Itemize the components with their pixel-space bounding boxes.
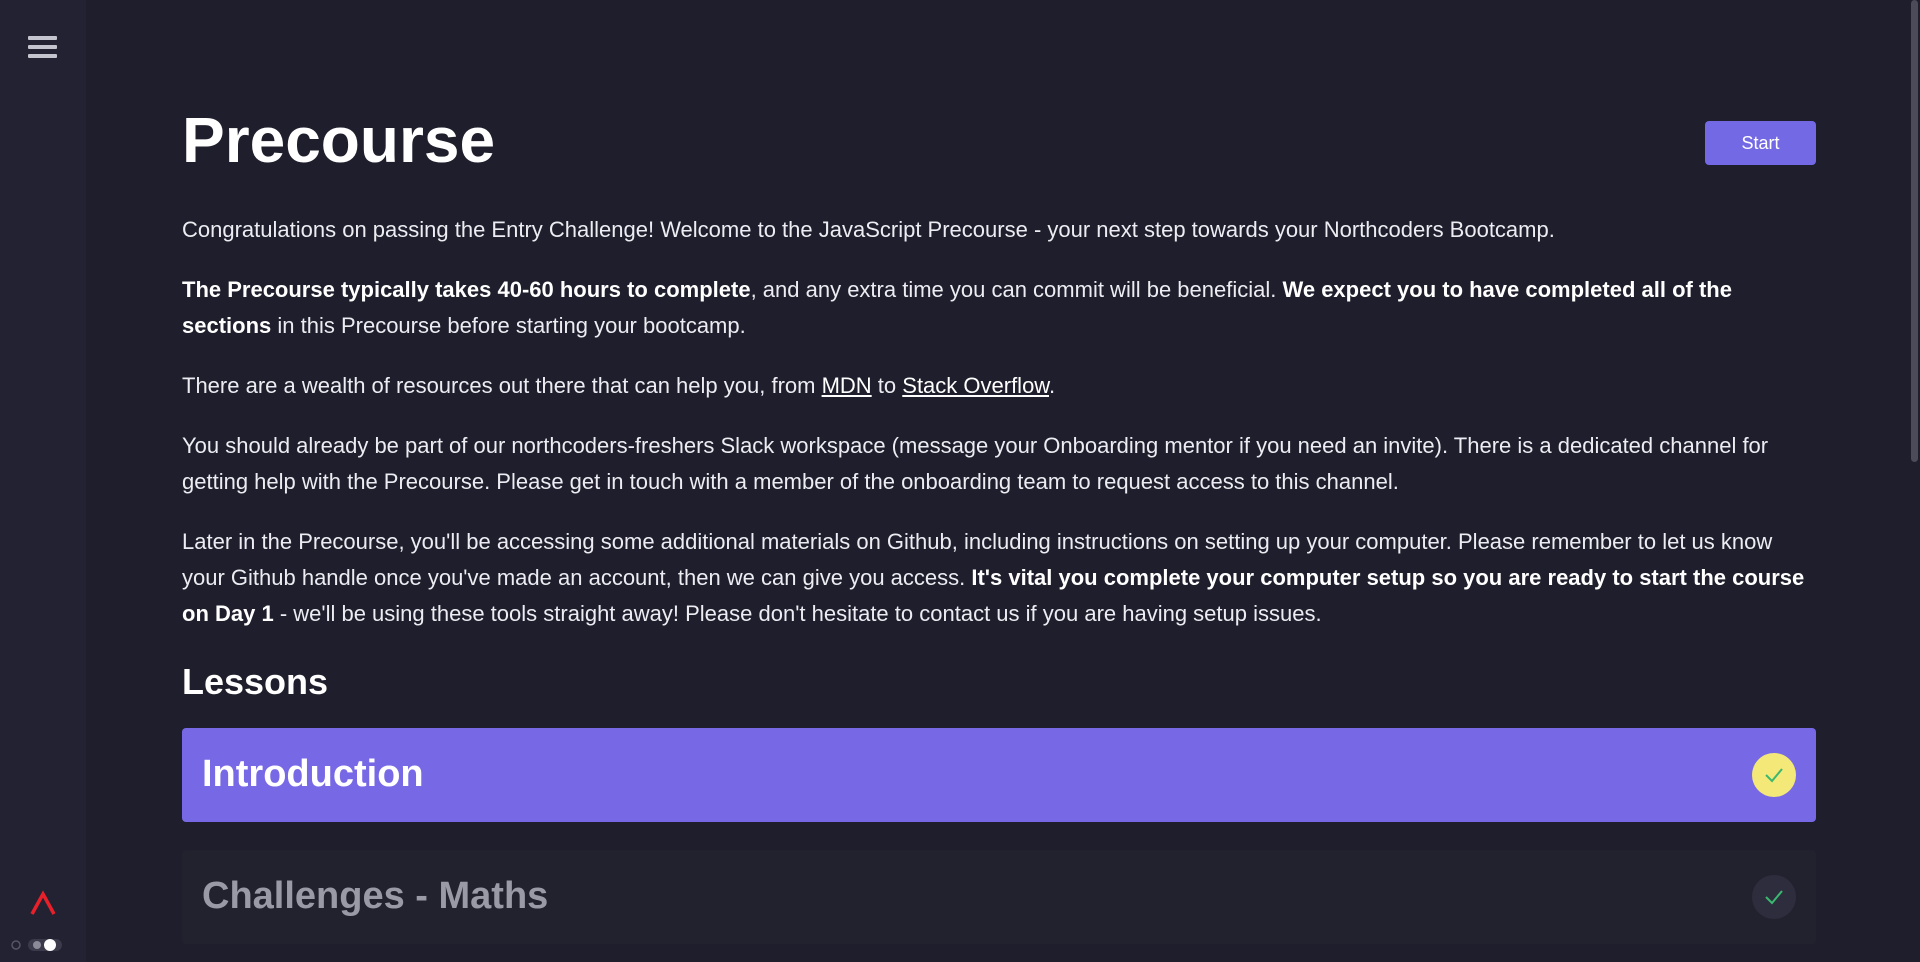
page-title: Precourse: [182, 104, 496, 176]
lesson-title: Challenges - Maths: [202, 875, 549, 917]
intro-paragraph-5: Later in the Precourse, you'll be access…: [182, 524, 1816, 632]
scrollbar[interactable]: [1910, 0, 1920, 962]
hamburger-menu-icon[interactable]: [28, 36, 57, 60]
lessons-heading: Lessons: [182, 661, 329, 702]
northcoders-logo-icon[interactable]: [28, 888, 58, 918]
lesson-card-introduction[interactable]: Introduction: [182, 728, 1816, 822]
intro-text-span: , and any extra time you can commit will…: [750, 277, 1283, 302]
scrollbar-thumb[interactable]: [1911, 0, 1918, 462]
stack-overflow-link[interactable]: Stack Overflow: [902, 373, 1049, 398]
mdn-link[interactable]: MDN: [822, 373, 872, 398]
sidebar: [0, 0, 86, 962]
lesson-card-challenges-maths[interactable]: Challenges - Maths: [182, 850, 1816, 944]
intro-text-span: .: [1048, 373, 1056, 398]
intro-text-span: There are a wealth of resources out ther…: [182, 373, 822, 398]
check-icon: [1752, 753, 1796, 797]
intro-paragraph-4: You should already be part of our northc…: [182, 433, 1769, 494]
intro-bold-duration: The Precourse typically takes 40-60 hour…: [182, 277, 751, 302]
intro-paragraph-3: There are a wealth of resources out ther…: [182, 368, 1816, 404]
lesson-title: Introduction: [202, 753, 424, 795]
theme-toggle-icon[interactable]: [10, 937, 76, 953]
intro-text-span: - we'll be using these tools straight aw…: [273, 601, 1322, 626]
check-icon: [1752, 875, 1796, 919]
intro-paragraph-2: The Precourse typically takes 40-60 hour…: [182, 272, 1816, 344]
start-button[interactable]: Start: [1705, 121, 1816, 165]
intro-text-span: in this Precourse before starting your b…: [271, 313, 746, 338]
intro-paragraph-1: Congratulations on passing the Entry Cha…: [182, 217, 1555, 242]
intro-text-span: to: [871, 373, 903, 398]
intro-text: Congratulations on passing the Entry Cha…: [182, 212, 1816, 656]
